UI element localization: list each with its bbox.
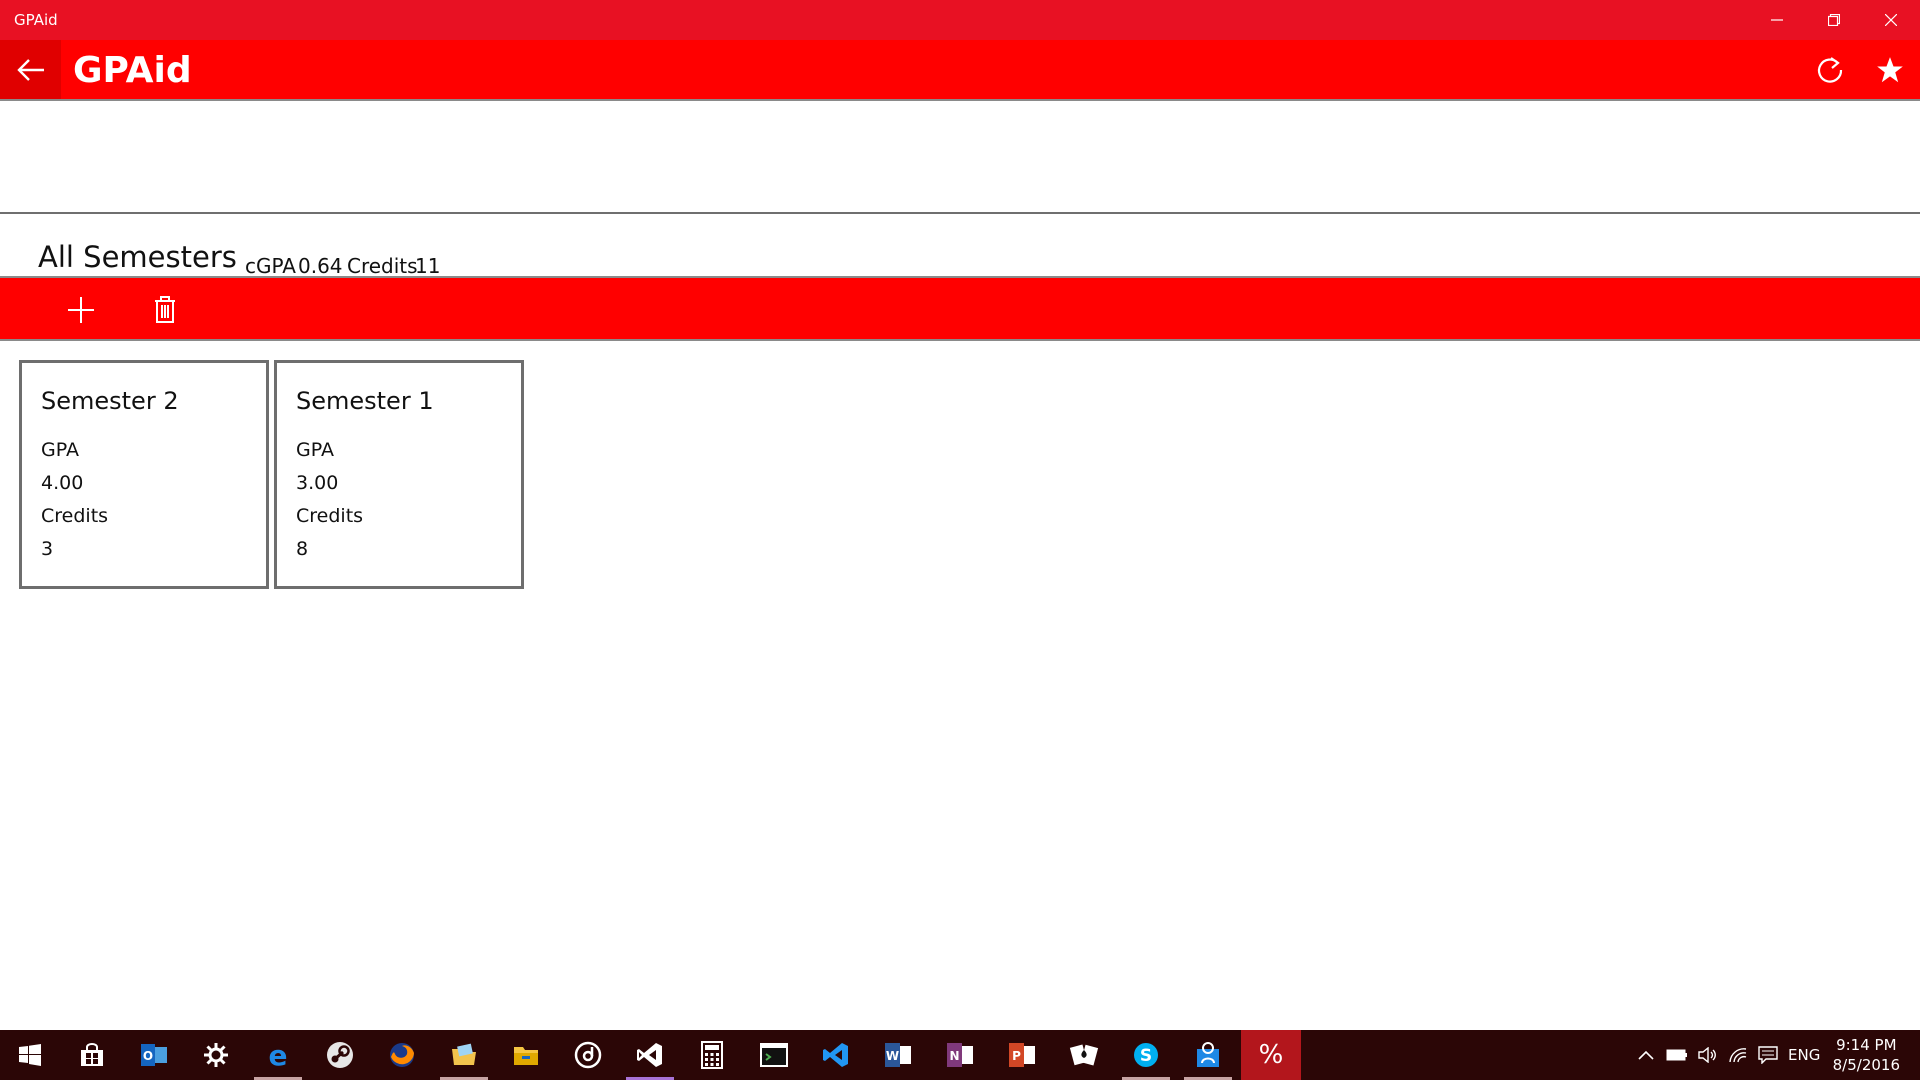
taskbar-calculator[interactable]: [682, 1030, 742, 1080]
terminal-icon: [760, 1043, 788, 1067]
svg-text:P: P: [1012, 1049, 1021, 1063]
action-center-icon[interactable]: [1758, 1046, 1778, 1064]
credits-label: Credits: [347, 254, 418, 278]
playing-cards-icon: [1069, 1044, 1099, 1066]
refresh-icon: [1817, 57, 1843, 83]
taskbar-feedback[interactable]: [1178, 1030, 1238, 1080]
credits-value: 11: [415, 254, 441, 278]
wifi-icon[interactable]: [1728, 1047, 1748, 1063]
delete-semester-button[interactable]: [143, 288, 187, 332]
svg-text:S: S: [1140, 1046, 1152, 1066]
gpa-label: GPA: [296, 439, 334, 461]
clock-date: 8/5/2016: [1832, 1056, 1900, 1074]
calculator-icon: [701, 1041, 723, 1069]
word-icon: W: [885, 1043, 911, 1067]
window-titlebar: GPAid: [0, 0, 1920, 40]
show-hidden-icons-icon[interactable]: [1638, 1050, 1654, 1060]
restore-icon: [1827, 14, 1840, 26]
store-icon: [81, 1043, 103, 1066]
windows-logo-icon: [19, 1044, 41, 1066]
onenote-icon: N: [947, 1043, 973, 1067]
close-icon: [1884, 14, 1897, 26]
semester-name: Semester 1: [296, 387, 434, 415]
taskbar-gpaid[interactable]: %: [1241, 1030, 1301, 1080]
file-explorer-icon: [514, 1047, 538, 1065]
taskbar-photos[interactable]: [434, 1030, 494, 1080]
volume-icon[interactable]: [1698, 1047, 1718, 1063]
vscode-icon: [823, 1043, 848, 1067]
percent-icon: %: [1258, 1040, 1284, 1070]
credits-label: Credits: [296, 505, 364, 527]
taskbar-onenote[interactable]: N: [930, 1030, 990, 1080]
app-name: GPAid: [73, 50, 192, 91]
cgpa-value: 0.64: [298, 254, 343, 278]
credits-value: 8: [296, 538, 309, 560]
skype-icon: S: [1134, 1043, 1158, 1067]
command-bar: [0, 276, 1920, 341]
battery-icon[interactable]: [1666, 1049, 1688, 1061]
summary-row: All Semesters cGPA 0.64 Credits 11: [0, 216, 1920, 278]
start-button[interactable]: [0, 1030, 60, 1080]
semester-card[interactable]: Semester 2 GPA 4.00 Credits 3: [19, 360, 269, 589]
folder-photos-icon: [452, 1043, 476, 1065]
svg-text:W: W: [886, 1049, 899, 1063]
feedback-hub-icon: [1197, 1042, 1219, 1067]
credits-value: 3: [41, 538, 54, 560]
taskbar-store[interactable]: [62, 1030, 122, 1080]
taskbar-solitaire[interactable]: [1054, 1030, 1114, 1080]
svg-text:e: e: [269, 1041, 288, 1069]
page-title: All Semesters: [38, 240, 237, 274]
groove-music-icon: [574, 1041, 602, 1069]
taskbar-visual-studio[interactable]: [620, 1030, 680, 1080]
favorite-button[interactable]: [1872, 52, 1908, 88]
system-tray: [1638, 1030, 1798, 1080]
clock-time: 9:14 PM: [1836, 1036, 1897, 1054]
semester-card[interactable]: Semester 1 GPA 3.00 Credits 8: [274, 360, 524, 589]
taskbar-vscode[interactable]: [806, 1030, 866, 1080]
gpa-label: GPA: [41, 439, 79, 461]
plus-icon: [68, 297, 94, 323]
taskbar-groove-music[interactable]: [558, 1030, 618, 1080]
add-semester-button[interactable]: [59, 288, 103, 332]
taskbar-powerpoint[interactable]: P: [992, 1030, 1052, 1080]
taskbar-edge[interactable]: e: [248, 1030, 308, 1080]
taskbar-word[interactable]: W: [868, 1030, 928, 1080]
taskbar-file-explorer[interactable]: [496, 1030, 556, 1080]
taskbar-firefox[interactable]: [372, 1030, 432, 1080]
powerpoint-icon: P: [1009, 1043, 1035, 1067]
trash-icon: [155, 296, 175, 323]
input-language[interactable]: ENG: [1788, 1030, 1820, 1080]
taskbar-settings[interactable]: [186, 1030, 246, 1080]
taskbar-steam[interactable]: [310, 1030, 370, 1080]
gear-icon: [204, 1043, 228, 1067]
edge-icon: e: [269, 1041, 288, 1069]
taskbar-clock[interactable]: 9:14 PM 8/5/2016: [1833, 1035, 1900, 1075]
star-icon: [1877, 57, 1903, 83]
minimize-icon: [1770, 19, 1783, 21]
taskbar-skype[interactable]: S: [1116, 1030, 1176, 1080]
taskbar-terminal[interactable]: [744, 1030, 804, 1080]
steam-icon: [327, 1042, 353, 1068]
cgpa-label: cGPA: [245, 254, 296, 278]
firefox-icon: [390, 1043, 414, 1067]
restore-button[interactable]: [1805, 0, 1862, 40]
minimize-button[interactable]: [1748, 0, 1805, 40]
refresh-button[interactable]: [1812, 52, 1848, 88]
taskbar: O e W N P S % ENG 9:14 PM 8/5/2016: [0, 1030, 1920, 1080]
visual-studio-icon: [637, 1043, 662, 1067]
back-button[interactable]: [0, 40, 61, 99]
close-window-button[interactable]: [1862, 0, 1919, 40]
outlook-icon: O: [141, 1044, 167, 1066]
banner-area: [0, 101, 1920, 214]
credits-label: Credits: [41, 505, 109, 527]
gpa-value: 4.00: [41, 472, 84, 494]
semester-name: Semester 2: [41, 387, 179, 415]
window-title: GPAid: [14, 11, 58, 29]
back-arrow-icon: [16, 58, 44, 81]
app-header: GPAid: [0, 40, 1920, 101]
taskbar-outlook[interactable]: O: [124, 1030, 184, 1080]
gpa-value: 3.00: [296, 472, 339, 494]
svg-text:N: N: [949, 1049, 959, 1063]
svg-text:O: O: [143, 1049, 153, 1063]
